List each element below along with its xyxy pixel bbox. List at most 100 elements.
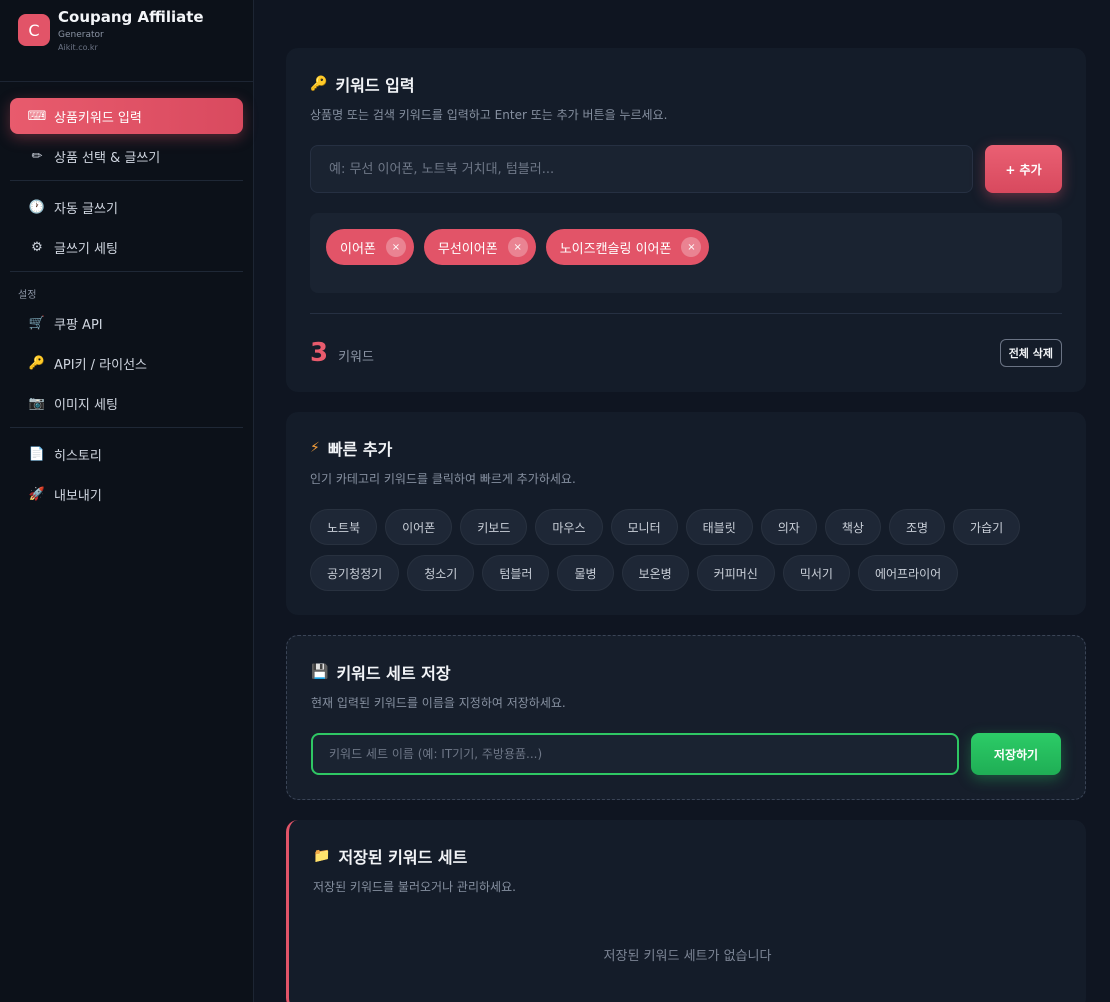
card-title: 💾 키워드 세트 저장 <box>311 660 1061 684</box>
sidebar-item-api-license[interactable]: 🔑 API키 / 라이선스 <box>10 345 243 381</box>
sidebar-section-settings: 설정 <box>18 290 37 301</box>
keyboard-icon: ⌨ <box>27 108 47 124</box>
sidebar-item-write-settings[interactable]: ⚙ 글쓰기 세팅 <box>10 229 243 265</box>
pencil-icon: ✏ <box>31 148 43 164</box>
quick-chip[interactable]: 청소기 <box>407 555 475 591</box>
brand: C Coupang Affiliate Generator Aikit.co.k… <box>0 0 253 82</box>
keyword-tag: 무선이어폰 × <box>423 229 536 265</box>
sidebar: C Coupang Affiliate Generator Aikit.co.k… <box>0 0 254 1002</box>
quick-chip[interactable]: 물병 <box>557 555 614 591</box>
sidebar-item-export[interactable]: 🚀 내보내기 <box>10 476 243 512</box>
sidebar-item-label: 상품키워드 입력 <box>54 110 142 126</box>
quick-chip[interactable]: 커피머신 <box>696 555 775 591</box>
brand-title: Coupang Affiliate <box>58 8 204 26</box>
save-set-row: 저장하기 <box>311 733 1061 775</box>
save-set-card: 💾 키워드 세트 저장 현재 입력된 키워드를 이름을 지정하여 저장하세요. … <box>286 635 1086 800</box>
card-title: 🔑 키워드 입력 <box>310 72 1062 96</box>
quick-chip[interactable]: 모니터 <box>610 509 678 545</box>
quick-chip[interactable]: 조명 <box>888 509 946 545</box>
keyword-count: 3 키워드 <box>310 338 374 368</box>
card-title: 📁 저장된 키워드 세트 <box>313 844 1062 868</box>
divider <box>10 180 243 181</box>
save-set-title: 키워드 세트 저장 <box>336 664 451 683</box>
tag-label: 무선이어폰 <box>437 241 498 257</box>
set-name-input[interactable] <box>311 733 959 775</box>
gear-icon: ⚙ <box>31 239 43 255</box>
keyword-input-row: + 추가 <box>310 145 1062 193</box>
saved-sets-card: 📁 저장된 키워드 세트 저장된 키워드를 불러오거나 관리하세요. 저장된 키… <box>286 820 1086 1002</box>
keyword-count-label: 키워드 <box>338 350 374 365</box>
sidebar-item-history[interactable]: 📄 히스토리 <box>10 436 243 472</box>
quick-chip[interactable]: 책상 <box>824 509 881 545</box>
remove-tag-icon[interactable]: × <box>681 237 702 257</box>
sidebar-item-auto-write[interactable]: 🕐 자동 글쓰기 <box>10 189 243 225</box>
sidebar-item-label: 쿠팡 API <box>54 317 103 333</box>
quick-chip[interactable]: 이어폰 <box>385 509 453 545</box>
folder-icon: 📁 <box>313 848 331 864</box>
card-title: ⚡ 빠른 추가 <box>310 436 1062 460</box>
quick-chip[interactable]: 에어프라이어 <box>857 555 959 591</box>
keyword-input-description: 상품명 또는 검색 키워드를 입력하고 Enter 또는 추가 버튼을 누르세요… <box>310 108 668 122</box>
sidebar-item-label: 상품 선택 & 글쓰기 <box>54 150 161 166</box>
brand-text: Coupang Affiliate Generator Aikit.co.kr <box>58 8 204 52</box>
remove-tag-icon[interactable]: × <box>507 237 528 257</box>
keyword-tag: 이어폰 × <box>326 229 414 265</box>
keyword-tag: 노이즈캔슬링 이어폰 × <box>545 229 710 265</box>
quick-chip[interactable]: 믹서기 <box>782 555 850 591</box>
app-root: C Coupang Affiliate Generator Aikit.co.k… <box>0 0 1110 1002</box>
quick-chip[interactable]: 태블릿 <box>685 509 753 545</box>
sidebar-nav: ⌨ 상품키워드 입력 ✏ 상품 선택 & 글쓰기 🕐 자동 글쓰기 ⚙ 글쓰기 … <box>0 82 253 512</box>
quick-chip[interactable]: 텀블러 <box>482 555 550 591</box>
sidebar-item-product-select[interactable]: ✏ 상품 선택 & 글쓰기 <box>10 138 243 174</box>
quick-chip[interactable]: 의자 <box>760 509 817 545</box>
divider <box>10 427 243 428</box>
lightning-icon: ⚡ <box>310 440 320 456</box>
quick-add-chips: 노트북 이어폰 키보드 마우스 모니터 태블릿 의자 책상 조명 가습기 공기청… <box>310 509 1062 591</box>
clear-all-button[interactable]: 전체 삭제 <box>999 339 1062 367</box>
saved-sets-description: 저장된 키워드를 불러오거나 관리하세요. <box>313 880 516 894</box>
saved-sets-empty: 저장된 키워드 세트가 없습니다 <box>603 949 772 964</box>
quick-chip[interactable]: 공기청정기 <box>310 555 400 591</box>
camera-icon: 📷 <box>28 395 46 411</box>
keyword-input-card: 🔑 키워드 입력 상품명 또는 검색 키워드를 입력하고 Enter 또는 추가… <box>286 48 1086 392</box>
main-content: 🔑 키워드 입력 상품명 또는 검색 키워드를 입력하고 Enter 또는 추가… <box>254 0 1110 1002</box>
sidebar-item-image-settings[interactable]: 📷 이미지 세팅 <box>10 385 243 421</box>
save-set-description: 현재 입력된 키워드를 이름을 지정하여 저장하세요. <box>311 696 566 710</box>
tag-label: 노이즈캔슬링 이어폰 <box>559 241 672 257</box>
rocket-icon: 🚀 <box>28 486 46 502</box>
quick-add-description: 인기 카테고리 키워드를 클릭하여 빠르게 추가하세요. <box>310 472 576 486</box>
sidebar-item-label: 글쓰기 세팅 <box>54 241 118 257</box>
quick-chip[interactable]: 보온병 <box>621 555 689 591</box>
clock-icon: 🕐 <box>28 199 46 215</box>
tag-label: 이어폰 <box>340 241 376 257</box>
quick-chip[interactable]: 가습기 <box>953 509 1021 545</box>
remove-tag-icon[interactable]: × <box>385 237 406 257</box>
brand-logo: C <box>18 14 50 46</box>
save-set-button[interactable]: 저장하기 <box>971 733 1061 775</box>
brand-url: Aikit.co.kr <box>58 43 98 52</box>
divider <box>10 271 243 272</box>
keyword-input[interactable] <box>310 145 973 193</box>
key-icon: 🔑 <box>310 76 328 92</box>
brand-subtitle: Generator <box>58 30 104 40</box>
sidebar-item-keyword-input[interactable]: ⌨ 상품키워드 입력 <box>10 98 243 134</box>
sidebar-item-label: 히스토리 <box>54 448 102 464</box>
sidebar-item-label: 내보내기 <box>54 488 102 504</box>
quick-add-title: 빠른 추가 <box>327 440 393 459</box>
sidebar-item-label: 이미지 세팅 <box>54 397 118 413</box>
quick-chip[interactable]: 노트북 <box>310 509 378 545</box>
quick-add-card: ⚡ 빠른 추가 인기 카테고리 키워드를 클릭하여 빠르게 추가하세요. 노트북… <box>286 412 1086 615</box>
cart-icon: 🛒 <box>28 315 46 331</box>
key-icon: 🔑 <box>28 355 46 371</box>
keyword-count-row: 3 키워드 전체 삭제 <box>310 313 1062 368</box>
keyword-tags: 이어폰 × 무선이어폰 × 노이즈캔슬링 이어폰 × <box>310 213 1062 293</box>
keyword-input-title: 키워드 입력 <box>335 76 415 95</box>
sidebar-item-label: 자동 글쓰기 <box>54 201 118 217</box>
document-icon: 📄 <box>28 446 46 462</box>
sidebar-item-coupang-api[interactable]: 🛒 쿠팡 API <box>10 305 243 341</box>
sidebar-item-label: API키 / 라이선스 <box>54 357 148 373</box>
saved-sets-title: 저장된 키워드 세트 <box>338 848 468 867</box>
add-keyword-button[interactable]: + 추가 <box>985 145 1062 193</box>
quick-chip[interactable]: 마우스 <box>535 509 603 545</box>
quick-chip[interactable]: 키보드 <box>460 509 528 545</box>
